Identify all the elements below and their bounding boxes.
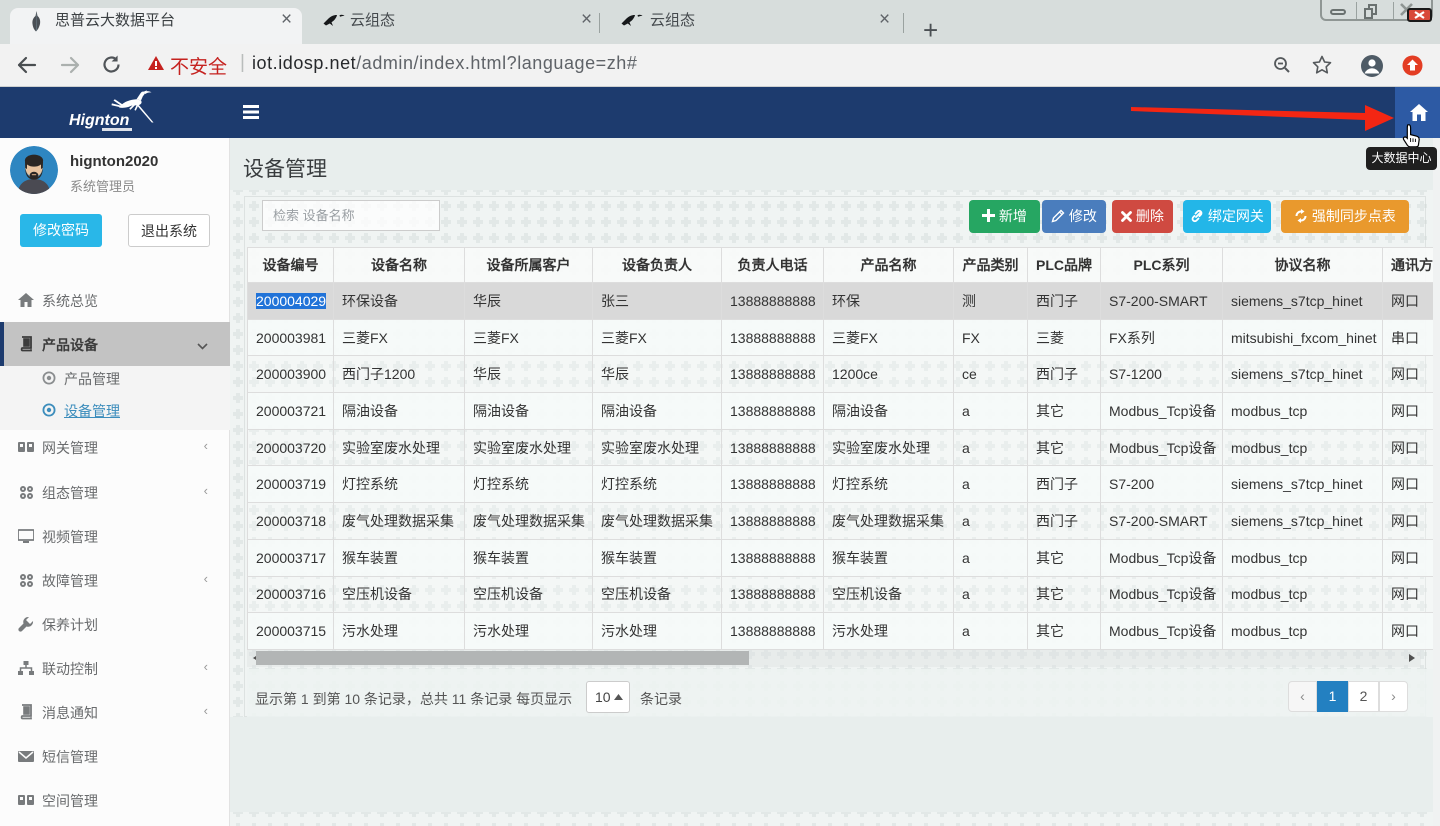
svg-text:Hignton: Hignton [69,112,130,129]
